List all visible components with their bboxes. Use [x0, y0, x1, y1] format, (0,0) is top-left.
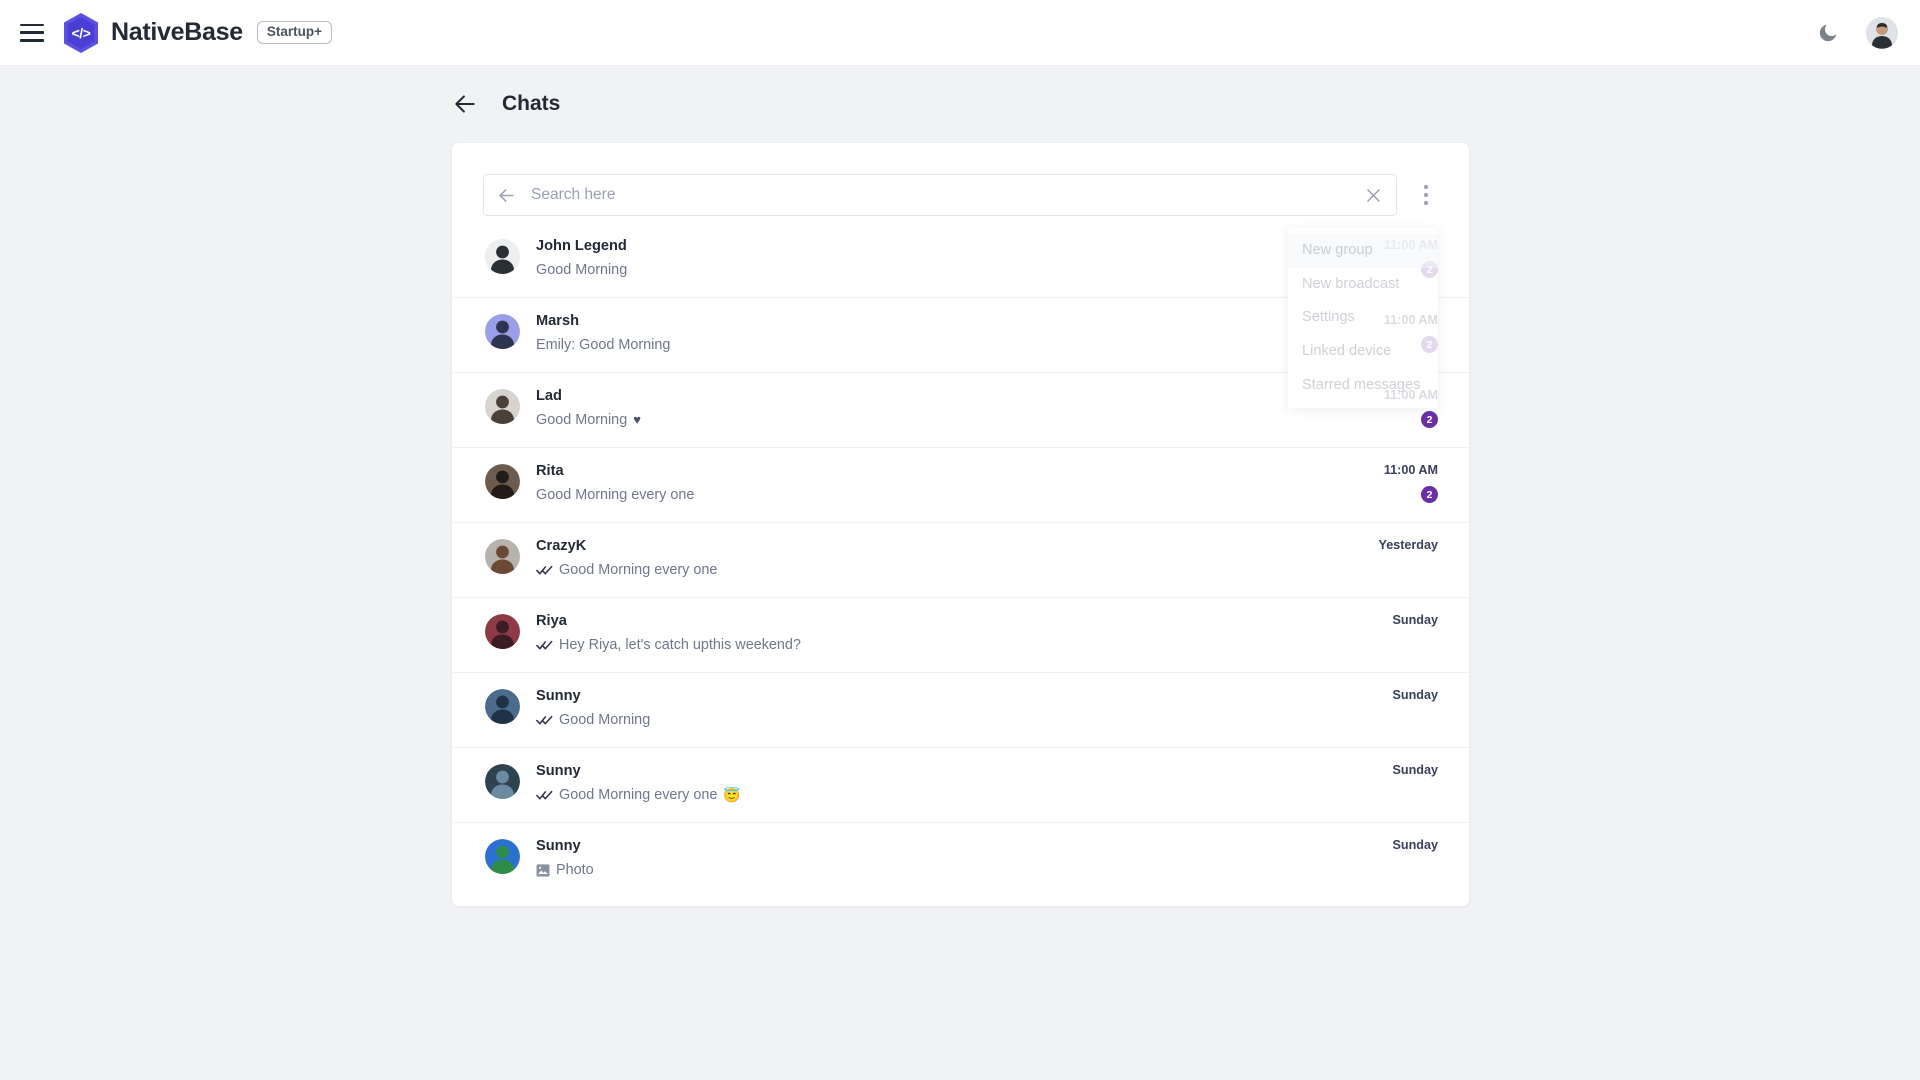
- contact-name: CrazyK: [536, 538, 587, 554]
- chat-preview-text: Good Morning: [559, 711, 651, 728]
- double-check-icon: [536, 641, 553, 650]
- menu-item-linked-device[interactable]: Linked device: [1288, 335, 1438, 369]
- chat-preview-message: Good Morning every one 😇: [536, 786, 1378, 805]
- search-toolbar: [452, 143, 1469, 223]
- chat-timestamp: Yesterday: [1378, 538, 1438, 552]
- menu-item-new-group[interactable]: New group: [1288, 234, 1438, 268]
- chat-preview-text: Good Morning: [536, 261, 628, 278]
- contact-name: Sunny: [536, 838, 581, 854]
- contact-avatar[interactable]: [485, 689, 520, 724]
- chat-preview-text: Good Morning: [536, 411, 628, 428]
- contact-avatar[interactable]: [485, 839, 520, 874]
- chat-text-block: Lad Good Morning ♥: [536, 386, 1378, 430]
- contact-name: Riya: [536, 613, 567, 629]
- message-suffix-icon: ♥: [633, 411, 641, 427]
- contact-name: Rita: [536, 463, 564, 479]
- chat-row[interactable]: Sunny Good Morning Sunday: [452, 673, 1469, 748]
- chat-preview-message: Emily: Good Morning: [536, 336, 1378, 355]
- chat-meta: Yesterday: [1378, 536, 1438, 578]
- chat-text-block: Rita Good Morning every one: [536, 461, 1378, 505]
- double-check-icon: [536, 716, 553, 725]
- double-check-icon: [536, 791, 553, 800]
- contact-avatar[interactable]: [485, 239, 520, 274]
- chat-meta: 11:00 AM 2: [1378, 461, 1438, 503]
- dots-vertical-icon: [1424, 185, 1428, 189]
- contact-avatar[interactable]: [485, 464, 520, 499]
- chat-preview-message: Hey Riya, let's catch upthis weekend?: [536, 636, 1378, 655]
- logo-code-glyph: </>: [71, 24, 91, 41]
- hamburger-menu-icon[interactable]: [20, 23, 44, 42]
- user-avatar[interactable]: [1866, 16, 1898, 49]
- contact-avatar[interactable]: [485, 764, 520, 799]
- chat-timestamp: 11:00 AM: [1383, 463, 1438, 477]
- page-header: Chats: [0, 66, 1920, 142]
- chat-timestamp: Sunday: [1392, 763, 1439, 777]
- chat-meta: Sunday: [1378, 611, 1439, 653]
- overflow-menu-button[interactable]: [1409, 174, 1443, 216]
- chat-text-block: Sunny Photo: [536, 836, 1378, 880]
- search-back-arrow-icon[interactable]: [497, 186, 516, 205]
- chat-timestamp: Sunday: [1392, 688, 1439, 702]
- chat-preview-text: Emily: Good Morning: [536, 336, 671, 353]
- chat-row[interactable]: Riya Hey Riya, let's catch upthis weekend…: [452, 598, 1469, 673]
- chat-timestamp: Sunday: [1392, 838, 1439, 852]
- nativebase-logo-icon: </>: [62, 12, 100, 54]
- chat-preview-message: Good Morning every one: [536, 561, 1378, 580]
- appbar-actions: [1817, 16, 1898, 49]
- dots-vertical-icon: [1424, 193, 1428, 197]
- page-title: Chats: [502, 92, 561, 115]
- chat-meta: Sunday: [1378, 836, 1439, 878]
- double-check-icon: [536, 566, 553, 575]
- chat-preview-message: Good Morning: [536, 711, 1378, 730]
- dots-vertical-icon: [1424, 201, 1428, 205]
- unread-badge: 2: [1421, 486, 1438, 503]
- chat-preview-message: Good Morning ♥: [536, 411, 1378, 430]
- chat-text-block: John Legend Good Morning: [536, 236, 1378, 280]
- close-icon[interactable]: [1364, 186, 1383, 205]
- message-suffix-icon: 😇: [723, 787, 741, 804]
- overflow-dropdown-menu[interactable]: New group New broadcast Settings Linked dev…: [1288, 228, 1438, 409]
- chat-meta: Sunday: [1378, 761, 1439, 803]
- brand-name: NativeBase: [111, 18, 243, 46]
- search-input[interactable]: [531, 186, 1364, 204]
- chat-preview-text: Good Morning every one: [559, 561, 718, 578]
- chat-preview-text: Photo: [556, 861, 594, 878]
- unread-badge: 2: [1421, 411, 1438, 428]
- chat-preview-message: Photo: [536, 861, 1378, 880]
- image-icon: [536, 864, 550, 877]
- search-box[interactable]: [483, 174, 1397, 216]
- chat-row[interactable]: Rita Good Morning every one 11:00 AM 2: [452, 448, 1469, 523]
- contact-name: John Legend: [536, 238, 627, 254]
- chat-row[interactable]: Sunny Photo Sunday: [452, 823, 1469, 898]
- chat-text-block: Marsh Emily: Good Morning: [536, 311, 1378, 355]
- contact-name: Sunny: [536, 688, 581, 704]
- contact-avatar[interactable]: [485, 539, 520, 574]
- chat-text-block: Sunny Good Morning every one 😇: [536, 761, 1378, 805]
- chat-text-block: Sunny Good Morning: [536, 686, 1378, 730]
- chat-preview-message: Good Morning every one: [536, 486, 1378, 505]
- top-app-bar: </> NativeBase Startup+: [0, 0, 1920, 66]
- contact-name: Marsh: [536, 313, 579, 329]
- chat-row[interactable]: CrazyK Good Morning every one Yesterday: [452, 523, 1469, 598]
- menu-item-starred-messages[interactable]: Starred messages: [1288, 369, 1438, 403]
- contact-avatar[interactable]: [485, 614, 520, 649]
- chat-preview-message: Good Morning: [536, 261, 1378, 280]
- chat-preview-text: Hey Riya, let's catch upthis weekend?: [559, 636, 801, 653]
- menu-item-new-broadcast[interactable]: New broadcast: [1288, 268, 1438, 302]
- chat-text-block: Riya Hey Riya, let's catch upthis weekend…: [536, 611, 1378, 655]
- menu-item-settings[interactable]: Settings: [1288, 301, 1438, 335]
- plan-badge: Startup+: [256, 20, 332, 45]
- contact-avatar[interactable]: [485, 389, 520, 424]
- chat-meta: Sunday: [1378, 686, 1439, 728]
- contact-name: Sunny: [536, 763, 581, 779]
- back-arrow-icon[interactable]: [452, 91, 478, 117]
- moon-icon[interactable]: [1817, 22, 1839, 44]
- contact-name: Lad: [536, 388, 562, 404]
- chat-text-block: CrazyK Good Morning every one: [536, 536, 1378, 580]
- chat-preview-text: Good Morning every one: [559, 786, 718, 803]
- chat-timestamp: Sunday: [1392, 613, 1439, 627]
- chat-preview-text: Good Morning every one: [536, 486, 695, 503]
- contact-avatar[interactable]: [485, 314, 520, 349]
- chat-row[interactable]: Sunny Good Morning every one 😇 Sunday: [452, 748, 1469, 823]
